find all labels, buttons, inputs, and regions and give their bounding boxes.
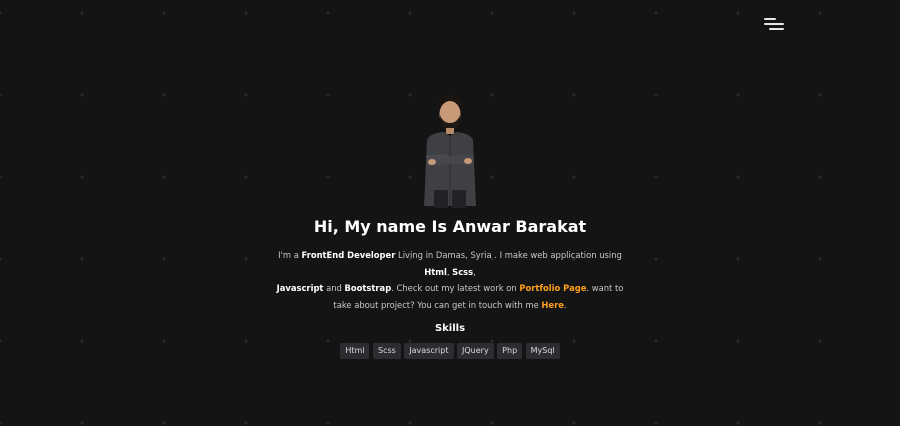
hamburger-menu-icon[interactable] <box>764 16 784 32</box>
skills-heading: Skills <box>434 323 466 334</box>
menu-line-middle <box>764 23 784 25</box>
menu-line-bottom <box>769 28 784 30</box>
page: Hi, My name Is Anwar Barakat I'm a Front… <box>0 0 900 426</box>
intro-text: and <box>323 283 345 293</box>
intro-skill-html: Html <box>424 266 447 277</box>
intro-text: , <box>473 266 476 277</box>
menu-line-top <box>764 18 776 20</box>
intro-paragraph: I'm a FrontEnd Developer Living in Damas… <box>270 247 630 313</box>
skill-badge-php: Php <box>497 343 523 359</box>
intro-text: I'm a <box>278 250 302 260</box>
contact-link[interactable]: Here <box>541 300 564 310</box>
intro-skill-javascript: Javascript <box>276 283 324 293</box>
intro-skill-scss: Scss <box>452 266 474 277</box>
profile-photo <box>424 94 476 208</box>
skill-badge-html: Html <box>340 343 370 359</box>
skill-badge-javascript: Javascript <box>404 343 454 359</box>
hero-section: Hi, My name Is Anwar Barakat I'm a Front… <box>0 90 900 359</box>
intro-skill-bootstrap: Bootstrap <box>344 283 392 293</box>
skill-badge-mysql: MySql <box>525 343 560 359</box>
skill-badge-scss: Scss <box>372 343 401 359</box>
skill-badge-jquery: JQuery <box>457 343 494 359</box>
intro-text: . Check out my latest work on <box>391 283 520 293</box>
skills-list: Html Scss Javascript JQuery Php MySql <box>0 343 900 359</box>
intro-text: Living in Damas, Syria . I make web appl… <box>395 250 622 260</box>
portfolio-link[interactable]: Portfolio Page <box>519 283 586 293</box>
intro-text: . <box>563 299 567 310</box>
intro-role: FrontEnd Developer <box>301 250 396 260</box>
page-title: Hi, My name Is Anwar Barakat <box>313 217 587 236</box>
